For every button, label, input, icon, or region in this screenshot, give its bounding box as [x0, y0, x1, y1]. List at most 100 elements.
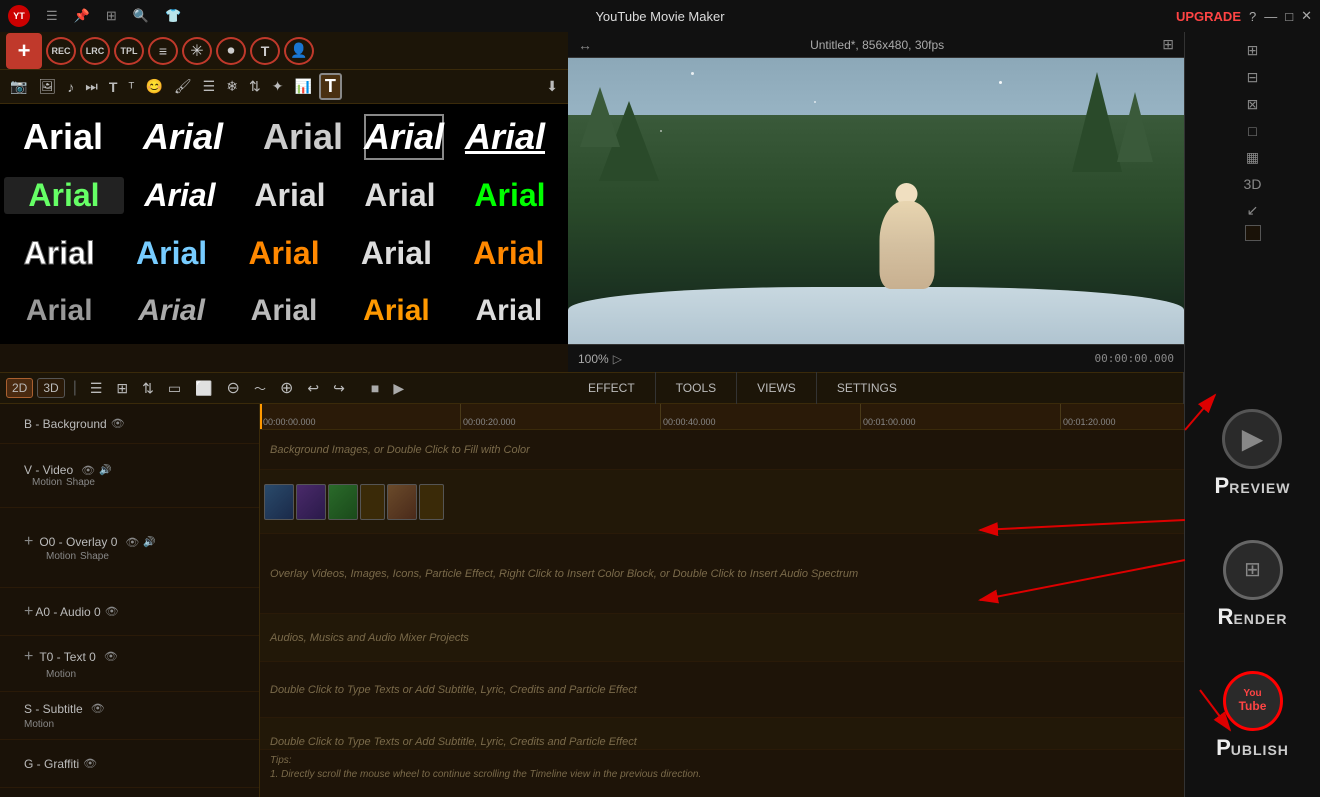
font-sample-2-3[interactable]: Arial [236, 177, 344, 214]
tl-split-icon[interactable]: ⬜ [190, 378, 217, 399]
track-audio-overlay[interactable]: 🔊 [143, 537, 155, 548]
tab-effect[interactable]: EFFECT [568, 372, 656, 404]
tl-plus-icon[interactable]: ⊕ [275, 376, 298, 400]
tpl-button[interactable]: TPL [114, 37, 144, 65]
tl-play-icon[interactable]: ▶ [388, 378, 409, 399]
maximize-button[interactable]: □ [1285, 9, 1293, 24]
upgrade-button[interactable]: UPGRADE [1176, 9, 1241, 24]
font-tool-next[interactable]: ⏭ [81, 76, 102, 97]
sidebar-icon-6[interactable]: 3D [1240, 172, 1266, 196]
font-sample-2-2[interactable]: Arial [126, 177, 234, 214]
font-tool-download[interactable]: ⬇ [542, 76, 562, 97]
sidebar-icon-8[interactable] [1245, 225, 1261, 241]
tl-redo-icon[interactable]: ↪ [328, 378, 350, 399]
video-clip-4[interactable] [387, 484, 417, 520]
font-sample-3-5[interactable]: Arial [454, 235, 564, 272]
overlay-hint[interactable]: Overlay Videos, Images, Icons, Particle … [260, 568, 858, 580]
tl-stop-icon[interactable]: ■ [366, 378, 384, 398]
mode-2d[interactable]: 2D [6, 378, 33, 398]
text-hint[interactable]: Double Click to Type Texts or Add Subtit… [260, 684, 637, 696]
minimize-button[interactable]: — [1264, 9, 1277, 24]
track-eye-overlay[interactable]: 👁 [125, 536, 139, 549]
sidebar-icon-2[interactable]: ⊟ [1243, 65, 1263, 90]
track-add-text[interactable]: + [24, 648, 33, 666]
tl-clip-icon[interactable]: ▭ [163, 378, 186, 399]
font-sample-1-5[interactable]: Arial [446, 116, 564, 158]
sidebar-icon-7[interactable]: ↙ [1243, 198, 1263, 223]
preview-settings-icon[interactable]: ⊞ [1162, 36, 1174, 53]
titlebar-icon-pin[interactable]: 📌 [74, 8, 90, 24]
lrc-button[interactable]: LRC [80, 37, 110, 65]
tl-wave-icon[interactable]: 〜 [249, 378, 271, 399]
tl-undo-icon[interactable]: ↩ [302, 378, 324, 399]
sidebar-icon-5[interactable]: ▦ [1242, 145, 1263, 170]
track-eye-video[interactable]: 👁 [81, 464, 95, 477]
font-sample-1-1[interactable]: Arial [4, 116, 122, 158]
font-sample-3-1[interactable]: Arial [4, 235, 114, 272]
font-tool-text-active[interactable]: T [319, 73, 342, 100]
tl-sort-icon[interactable]: ⇅ [137, 378, 159, 399]
font-tool-star[interactable]: ✦ [268, 76, 288, 97]
zoom-play-icon[interactable]: ▷ [613, 352, 622, 366]
font-sample-4-2[interactable]: Arial [116, 294, 226, 328]
font-tool-t2[interactable]: ᵀ [124, 77, 138, 97]
font-sample-1-3[interactable]: Arial [244, 116, 362, 158]
font-tool-music[interactable]: ♪ [63, 77, 78, 97]
track-eye-text[interactable]: 👁 [104, 650, 118, 663]
font-sample-2-4[interactable]: Arial [346, 177, 454, 214]
text-button[interactable]: T [250, 37, 280, 65]
publish-action-button[interactable]: You Tube P UBLISH [1216, 671, 1289, 761]
tab-tools[interactable]: TOOLS [656, 372, 737, 404]
font-tool-list[interactable]: ☰ [199, 76, 220, 97]
track-eye-subtitle[interactable]: 👁 [91, 702, 105, 715]
track-add-overlay[interactable]: + [24, 533, 33, 551]
tab-views[interactable]: VIEWS [737, 372, 817, 404]
render-action-button[interactable]: ⊞ R ENDER [1218, 540, 1288, 630]
record-button[interactable]: ⏺ [216, 37, 246, 65]
menu-button[interactable]: ≡ [148, 37, 178, 65]
track-eye-audio[interactable]: 👁 [105, 605, 119, 618]
sidebar-icon-1[interactable]: ⊞ [1243, 38, 1263, 63]
subtitle-hint[interactable]: Double Click to Type Texts or Add Subtit… [260, 736, 637, 748]
font-tool-arrows[interactable]: ⇅ [245, 76, 265, 97]
track-eye-graffiti[interactable]: 👁 [83, 757, 97, 770]
titlebar-icon-menu[interactable]: ☰ [46, 8, 58, 24]
video-clip-3[interactable] [328, 484, 358, 520]
font-sample-4-4[interactable]: Arial [341, 294, 451, 328]
tl-list-icon[interactable]: ☰ [85, 378, 108, 399]
titlebar-icon-search[interactable]: 🔍 [133, 8, 149, 24]
sidebar-icon-4[interactable]: □ [1244, 119, 1260, 143]
asterisk-button[interactable]: ✳ [182, 37, 212, 65]
preview-action-button[interactable]: ▶ P REVIEW [1215, 409, 1291, 499]
track-audio-video[interactable]: 🔊 [99, 465, 111, 476]
font-tool-camera[interactable]: 📷 [6, 76, 31, 97]
font-tool-bar[interactable]: 📊 [290, 76, 315, 97]
track-eye-background[interactable]: 👁 [111, 417, 125, 430]
font-tool-brush[interactable]: 🖌 [170, 76, 196, 97]
person-button[interactable]: 👤 [284, 37, 314, 65]
sidebar-icon-3[interactable]: ⊠ [1243, 92, 1263, 117]
background-hint[interactable]: Background Images, or Double Click to Fi… [260, 444, 530, 456]
titlebar-icon-shirt[interactable]: 👕 [165, 8, 181, 24]
video-clip-1[interactable] [264, 484, 294, 520]
font-sample-3-3[interactable]: Arial [229, 235, 339, 272]
close-button[interactable]: ✕ [1301, 8, 1312, 24]
font-sample-1-2[interactable]: Arial [124, 116, 242, 158]
font-sample-4-3[interactable]: Arial [229, 294, 339, 328]
font-sample-2-5[interactable]: Arial [456, 177, 564, 214]
font-tool-photo[interactable]: 🖼 [34, 76, 60, 97]
tl-minus-icon[interactable]: ⊖ [222, 376, 245, 400]
font-sample-4-5[interactable]: Arial [454, 294, 564, 328]
font-tool-t1[interactable]: T [105, 77, 122, 97]
font-tool-snowflake[interactable]: ❄ [222, 76, 242, 97]
font-sample-3-2[interactable]: Arial [116, 235, 226, 272]
playhead[interactable] [260, 404, 262, 429]
audio-hint[interactable]: Audios, Musics and Audio Mixer Projects [260, 632, 469, 644]
font-sample-1-4[interactable]: Arial [364, 114, 444, 160]
font-sample-3-4[interactable]: Arial [341, 235, 451, 272]
font-sample-2-1[interactable]: Arial [4, 177, 124, 214]
help-button[interactable]: ? [1249, 9, 1256, 24]
mode-3d[interactable]: 3D [37, 378, 64, 398]
font-tool-emoji[interactable]: 😊 [141, 76, 166, 97]
preview-arrow-left[interactable]: ↔ [578, 37, 592, 53]
